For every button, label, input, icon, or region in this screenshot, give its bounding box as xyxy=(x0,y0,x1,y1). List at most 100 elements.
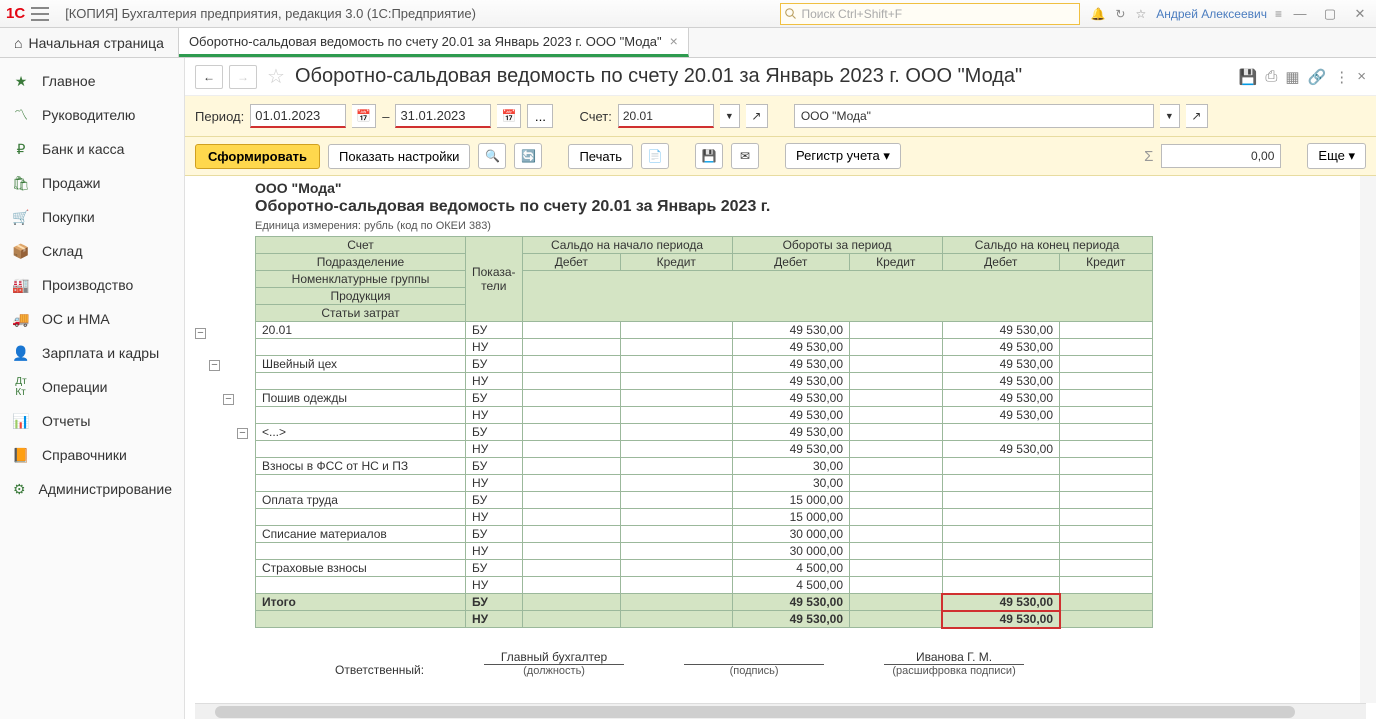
nav-label: Операции xyxy=(42,379,108,395)
mail-icon[interactable]: ✉ xyxy=(731,143,759,169)
table-row[interactable]: Списание материаловБУ30 000,00 xyxy=(256,526,1153,543)
nav-label: Покупки xyxy=(42,209,95,225)
show-settings-button[interactable]: Показать настройки xyxy=(328,144,470,169)
toolbar: Сформировать Показать настройки 🔍 🔄 Печа… xyxy=(185,137,1376,176)
org-open-icon[interactable]: ↗ xyxy=(1186,104,1208,128)
star-icon[interactable]: ☆ xyxy=(1135,7,1146,21)
sidebar: ★Главное 〽Руководителю ₽Банк и касса 🛍Пр… xyxy=(0,58,185,719)
table-row[interactable]: Пошив одеждыБУ49 530,0049 530,00 xyxy=(256,390,1153,407)
menu-icon[interactable] xyxy=(31,7,49,21)
nav-warehouse[interactable]: 📦Склад xyxy=(0,234,184,268)
table-row[interactable]: НУ49 530,0049 530,00 xyxy=(256,339,1153,356)
find-icon[interactable]: 🔍 xyxy=(478,143,506,169)
export-icon[interactable]: ▦ xyxy=(1285,68,1299,86)
global-search[interactable]: Поиск Ctrl+Shift+F xyxy=(780,3,1080,25)
link-icon[interactable]: 🔗 xyxy=(1308,68,1327,86)
history-icon[interactable]: ↻ xyxy=(1115,7,1125,21)
table-row[interactable]: 20.01БУ49 530,0049 530,00 xyxy=(256,322,1153,339)
tab-close-icon[interactable]: × xyxy=(670,33,678,49)
date-from-calendar-icon[interactable]: 📅 xyxy=(352,104,376,128)
account-dropdown-icon[interactable]: ▼ xyxy=(720,104,740,128)
nav-label: Отчеты xyxy=(42,413,90,429)
nav-operations[interactable]: ДтКтОперации xyxy=(0,370,184,404)
back-button[interactable]: ← xyxy=(195,65,223,89)
nav-manager[interactable]: 〽Руководителю xyxy=(0,98,184,132)
person-icon: 👤 xyxy=(12,344,30,362)
tree-toggle[interactable]: − xyxy=(209,360,220,371)
col-sub2: Номенклатурные группы xyxy=(256,271,466,288)
sig-position: Главный бухгалтер xyxy=(484,650,624,664)
register-button[interactable]: Регистр учета ▾ xyxy=(785,143,901,169)
kebab-icon[interactable]: ⋮ xyxy=(1334,68,1349,86)
page-header: ← → ☆ Оборотно-сальдовая ведомость по сч… xyxy=(185,58,1376,96)
close-page-icon[interactable]: × xyxy=(1357,68,1366,86)
nav-sales[interactable]: 🛍Продажи xyxy=(0,166,184,200)
table-row[interactable]: НУ30,00 xyxy=(256,475,1153,492)
table-row[interactable]: НУ49 530,0049 530,00 xyxy=(256,407,1153,424)
form-button[interactable]: Сформировать xyxy=(195,144,320,169)
save-icon[interactable]: 💾 xyxy=(1239,68,1258,86)
total-row-bu: ИтогоБУ 49 530,00 49 530,00 xyxy=(256,594,1153,611)
col-account: Счет xyxy=(256,237,466,254)
table-row[interactable]: Оплата трудаБУ15 000,00 xyxy=(256,492,1153,509)
nav-assets[interactable]: 🚚ОС и НМА xyxy=(0,302,184,336)
nav-admin[interactable]: ⚙Администрирование xyxy=(0,472,184,506)
org-dropdown-icon[interactable]: ▼ xyxy=(1160,104,1180,128)
tree-toggle[interactable]: − xyxy=(237,428,248,439)
table-row[interactable]: НУ30 000,00 xyxy=(256,543,1153,560)
close-icon[interactable]: ✕ xyxy=(1348,4,1372,24)
print-icon[interactable]: ⎙ xyxy=(1265,68,1277,86)
cart-icon: 🛒 xyxy=(12,208,30,226)
report-table[interactable]: Счет Показа- тели Сальдо на начало перио… xyxy=(255,236,1153,628)
table-row[interactable]: Страховые взносыБУ4 500,00 xyxy=(256,560,1153,577)
date-to-calendar-icon[interactable]: 📅 xyxy=(497,104,521,128)
user-menu-icon[interactable]: ≡ xyxy=(1275,7,1282,21)
org-input[interactable]: ООО "Мода" xyxy=(794,104,1154,128)
nav-bank[interactable]: ₽Банк и касса xyxy=(0,132,184,166)
col-credit: Кредит xyxy=(621,254,733,271)
tree-toggle[interactable]: − xyxy=(195,328,206,339)
table-row[interactable]: <...>БУ49 530,00 xyxy=(256,424,1153,441)
nav-main[interactable]: ★Главное xyxy=(0,64,184,98)
vertical-scrollbar[interactable] xyxy=(1360,176,1376,703)
minimize-icon[interactable]: — xyxy=(1288,4,1312,24)
table-row[interactable]: Швейный цехБУ49 530,0049 530,00 xyxy=(256,356,1153,373)
bell-icon[interactable]: 🔔 xyxy=(1090,7,1105,21)
tabbar: ⌂ Начальная страница Оборотно-сальдовая … xyxy=(0,28,1376,58)
tree-toggle[interactable]: − xyxy=(223,394,234,405)
current-user[interactable]: Андрей Алексеевич xyxy=(1156,7,1267,21)
table-row[interactable]: Взносы в ФСС от НС и ПЗБУ30,00 xyxy=(256,458,1153,475)
maximize-icon[interactable]: ▢ xyxy=(1318,4,1342,24)
dash: – xyxy=(382,109,389,124)
forward-button[interactable]: → xyxy=(229,65,257,89)
nav-catalogs[interactable]: 📙Справочники xyxy=(0,438,184,472)
nav-production[interactable]: 🏭Производство xyxy=(0,268,184,302)
tab-home[interactable]: ⌂ Начальная страница xyxy=(0,28,179,57)
table-row[interactable]: НУ49 530,0049 530,00 xyxy=(256,373,1153,390)
table-row[interactable]: НУ4 500,00 xyxy=(256,577,1153,594)
print-button[interactable]: Печать xyxy=(568,144,633,169)
horizontal-scrollbar[interactable] xyxy=(195,703,1366,719)
period-picker-button[interactable]: ... xyxy=(527,104,553,128)
sig-sign-lbl: (подпись) xyxy=(684,665,824,677)
preview-icon[interactable]: 📄 xyxy=(641,143,669,169)
more-button[interactable]: Еще ▾ xyxy=(1307,143,1366,169)
nav-label: Склад xyxy=(42,243,83,259)
date-from-input[interactable]: 01.01.2023 xyxy=(250,104,346,128)
account-open-icon[interactable]: ↗ xyxy=(746,104,768,128)
nav-purchases[interactable]: 🛒 Покупки xyxy=(0,200,184,234)
account-input[interactable]: 20.01 xyxy=(618,104,714,128)
table-row[interactable]: НУ15 000,00 xyxy=(256,509,1153,526)
disk-icon[interactable]: 💾 xyxy=(695,143,723,169)
refresh-icon[interactable]: 🔄 xyxy=(514,143,542,169)
col-debit: Дебет xyxy=(522,254,621,271)
ruble-icon: ₽ xyxy=(12,140,30,158)
nav-reports[interactable]: 📊Отчеты xyxy=(0,404,184,438)
table-row[interactable]: НУ49 530,0049 530,00 xyxy=(256,441,1153,458)
tab-report[interactable]: Оборотно-сальдовая ведомость по счету 20… xyxy=(179,28,689,57)
favorite-icon[interactable]: ☆ xyxy=(267,64,285,89)
nav-label: Администрирование xyxy=(39,481,173,497)
nav-hr[interactable]: 👤Зарплата и кадры xyxy=(0,336,184,370)
search-placeholder: Поиск Ctrl+Shift+F xyxy=(801,7,902,21)
date-to-input[interactable]: 31.01.2023 xyxy=(395,104,491,128)
